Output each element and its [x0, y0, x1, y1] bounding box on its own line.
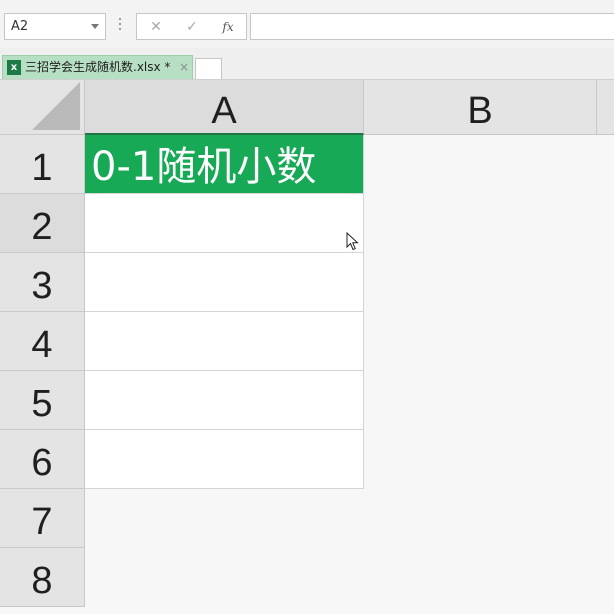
cancel-entry-icon[interactable]: ✕: [145, 17, 167, 37]
row-header-5[interactable]: 5: [0, 371, 85, 430]
workbook-tab-title: 三招学会生成随机数.xlsx *: [25, 60, 171, 74]
excel-file-icon: x: [7, 60, 21, 75]
name-box-value: A2: [11, 19, 29, 34]
column-header-a[interactable]: A: [85, 80, 364, 135]
chevron-down-icon[interactable]: [91, 24, 99, 29]
column-header-c[interactable]: [597, 80, 614, 135]
insert-function-icon[interactable]: fx: [217, 17, 239, 37]
more-options-icon[interactable]: [118, 18, 122, 34]
row-header-8[interactable]: 8: [0, 548, 85, 607]
cell-a4[interactable]: [85, 312, 364, 371]
cell-a6[interactable]: [85, 430, 364, 489]
confirm-entry-icon[interactable]: ✓: [181, 17, 203, 37]
row-header-7[interactable]: 7: [0, 489, 85, 548]
formula-buttons: ✕ ✓ fx: [136, 13, 247, 40]
row-header-3[interactable]: 3: [0, 253, 85, 312]
name-box[interactable]: A2: [4, 13, 106, 40]
column-header-b[interactable]: B: [364, 80, 597, 135]
row-header-2[interactable]: 2: [0, 194, 85, 253]
select-all-button[interactable]: [0, 80, 85, 135]
row-header-4[interactable]: 4: [0, 312, 85, 371]
formula-input[interactable]: [250, 13, 614, 40]
select-all-triangle-icon: [32, 82, 80, 130]
close-icon[interactable]: ×: [179, 56, 189, 78]
row-header-1[interactable]: 1: [0, 135, 85, 194]
cell-a3[interactable]: [85, 253, 364, 312]
cell-a2[interactable]: [85, 194, 364, 253]
workbook-tab[interactable]: x 三招学会生成随机数.xlsx * ×: [2, 55, 193, 79]
mouse-cursor-icon: [346, 232, 359, 251]
new-workbook-tab-button[interactable]: [195, 58, 222, 79]
cell-a5[interactable]: [85, 371, 364, 430]
row-header-6[interactable]: 6: [0, 430, 85, 489]
cell-a1[interactable]: 0-1随机小数: [85, 135, 364, 194]
